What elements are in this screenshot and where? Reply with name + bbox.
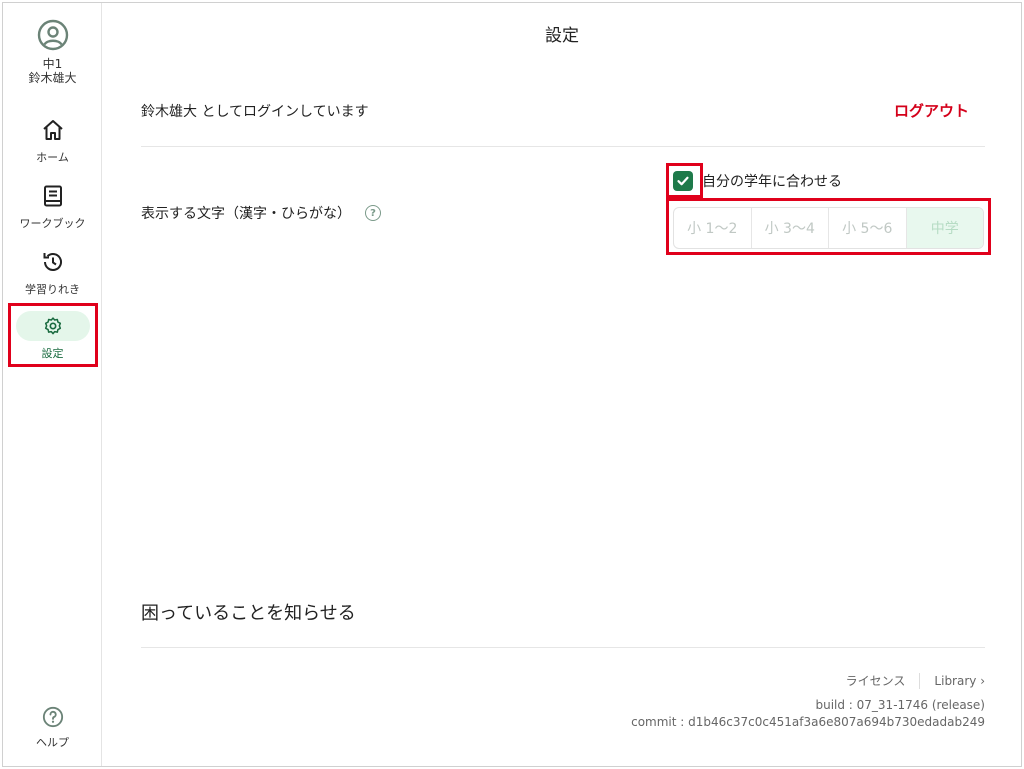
grade-option-5-6[interactable]: 小 5〜6	[829, 208, 907, 248]
nav-help[interactable]: ヘルプ	[3, 706, 102, 750]
commit-info: commit : d1b46c37c0c451af3a6e807a694b730…	[631, 715, 985, 729]
footer-links: ライセンス Library ›	[846, 672, 985, 689]
nav-history-label: 学習りれき	[25, 283, 80, 296]
kanji-setting-label: 表示する文字（漢字・ひらがな）	[141, 206, 351, 222]
kanji-setting-row: 表示する文字（漢字・ひらがな） ?	[141, 203, 381, 223]
nav-settings[interactable]: 設定	[3, 311, 102, 361]
question-icon[interactable]: ?	[365, 205, 381, 221]
page-title: 設定	[545, 26, 579, 46]
nav-settings-active-pill	[15, 311, 90, 341]
match-grade-label: 自分の学年に合わせる	[702, 174, 842, 190]
grade-option-junior-high[interactable]: 中学	[906, 208, 983, 248]
grade-option-1-2[interactable]: 小 1〜2	[674, 208, 752, 248]
nav-home[interactable]: ホーム	[3, 117, 102, 165]
gear-icon	[44, 317, 61, 335]
user-grade: 中1	[42, 57, 63, 71]
home-icon	[42, 120, 63, 140]
user-avatar-icon	[37, 19, 68, 51]
nav-workbook[interactable]: ワークブック	[3, 183, 102, 231]
nav-history[interactable]: 学習りれき	[3, 249, 102, 297]
library-link[interactable]: Library ›	[934, 674, 985, 688]
grade-segmented-control: 小 1〜2 小 3〜4 小 5〜6 中学	[673, 207, 984, 249]
match-grade-checkbox[interactable]	[673, 171, 693, 191]
login-row: 鈴木雄大 としてログインしています ログアウト	[141, 99, 985, 147]
nav-help-label: ヘルプ	[36, 736, 69, 749]
footer-divider	[141, 647, 985, 648]
history-icon	[43, 253, 62, 271]
match-grade-row: 自分の学年に合わせる	[673, 171, 842, 191]
grade-option-3-4[interactable]: 小 3〜4	[752, 208, 829, 248]
user-name: 鈴木雄大	[28, 71, 77, 85]
build-info: build : 07_31-1746 (release)	[815, 698, 985, 712]
nav-settings-label: 設定	[41, 347, 64, 360]
footer-separator	[919, 672, 921, 689]
login-status-text: 鈴木雄大 としてログインしています	[141, 104, 369, 120]
report-problem-link[interactable]: 困っていることを知らせる	[141, 599, 356, 625]
sidebar: 中1 鈴木雄大 ホーム ワークブック 学習りれき 設定 ヘルプ	[3, 3, 102, 766]
nav-workbook-label: ワークブック	[19, 217, 86, 230]
help-circle-icon	[42, 706, 63, 728]
license-link[interactable]: ライセンス	[846, 672, 906, 689]
logout-button[interactable]: ログアウト	[894, 100, 969, 121]
checkmark-icon	[677, 176, 689, 186]
user-profile[interactable]: 中1 鈴木雄大	[3, 19, 102, 85]
nav-home-label: ホーム	[36, 151, 69, 164]
book-icon	[43, 185, 62, 207]
settings-main: 設定 鈴木雄大 としてログインしています ログアウト 表示する文字（漢字・ひらが…	[103, 3, 1021, 766]
